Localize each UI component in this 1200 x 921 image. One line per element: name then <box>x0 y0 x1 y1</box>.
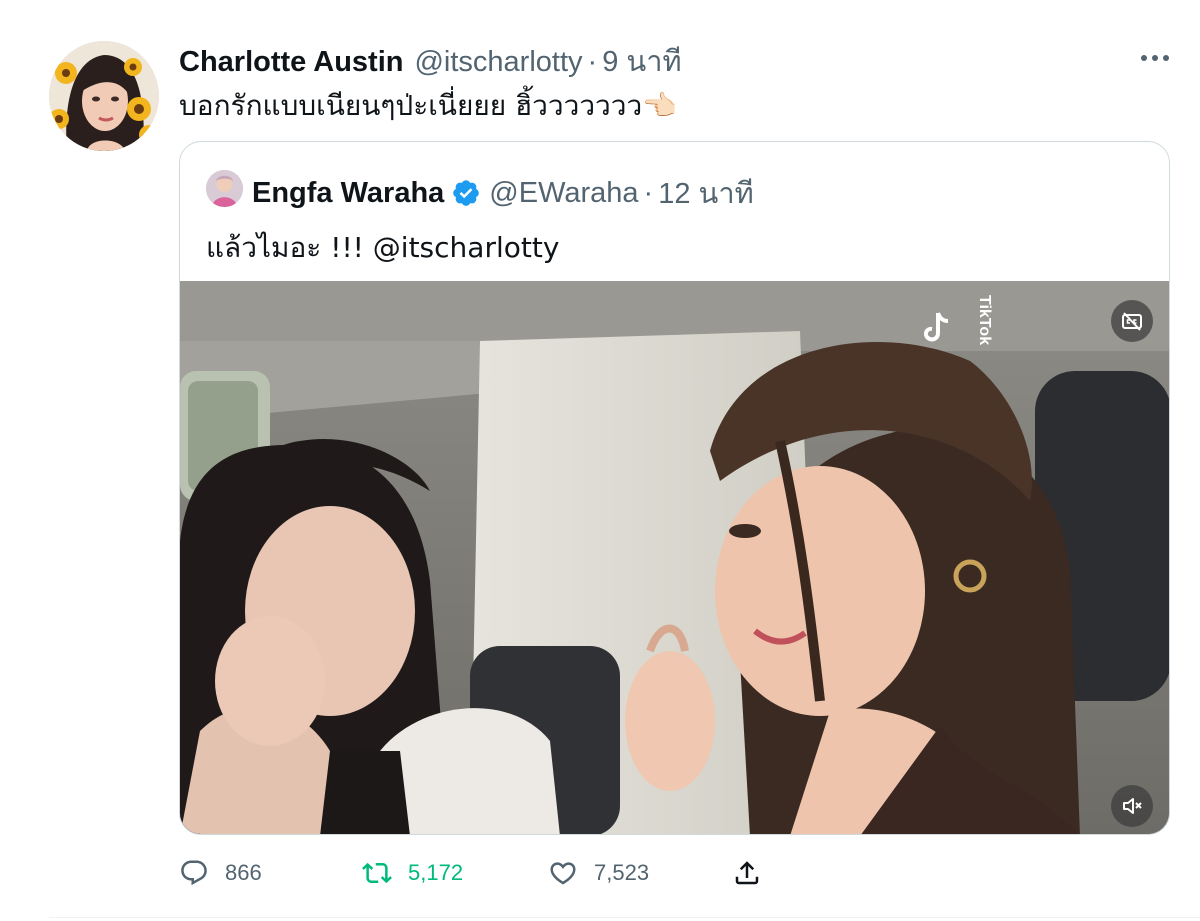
volume-muted-icon[interactable] <box>1111 785 1153 827</box>
retweet-icon <box>362 862 392 884</box>
quoted-mention-link[interactable]: @itscharlotty <box>373 231 560 264</box>
retweet-button[interactable]: 5,172 <box>362 853 463 893</box>
video-frame: TikTok <box>180 281 1169 834</box>
quoted-text-body: แล้วไมอะ !!! <box>206 231 373 264</box>
author-avatar-image <box>49 41 159 151</box>
verified-badge-icon <box>453 180 480 206</box>
author-name[interactable]: Charlotte Austin <box>179 46 403 79</box>
tweet-action-bar: 866 5,172 7,523 <box>179 853 799 893</box>
tweet-text: บอกรักแบบเนียนๆป่ะเนี่ยยย ฮิ้ววววววว👈🏻 <box>179 89 678 122</box>
reply-count: 866 <box>225 860 262 885</box>
quoted-author-avatar-image <box>206 170 243 207</box>
share-button[interactable] <box>732 853 762 893</box>
quoted-tweet-text: แล้วไมอะ !!! @itscharlotty <box>206 226 559 270</box>
reply-bubble-icon <box>181 860 207 886</box>
quoted-author-avatar[interactable] <box>206 170 243 207</box>
quoted-header-separator: · <box>643 176 654 209</box>
tweet-divider <box>49 917 1200 918</box>
closed-captions-off-icon[interactable] <box>1111 300 1153 342</box>
heart-icon <box>550 862 576 885</box>
like-button[interactable]: 7,523 <box>548 853 649 893</box>
tweet-header: Charlotte Austin @itscharlotty · 9 นาที <box>179 38 682 78</box>
like-count: 7,523 <box>594 860 650 885</box>
author-avatar[interactable] <box>49 41 159 151</box>
retweet-count: 5,172 <box>408 860 464 885</box>
quoted-author-handle[interactable]: @EWaraha <box>489 177 638 210</box>
tweet-timestamp[interactable]: 9 นาที <box>602 38 681 84</box>
tiktok-watermark-text: TikTok <box>976 295 993 345</box>
quoted-tweet[interactable]: Engfa Waraha @EWaraha · 12 นาที แล้วไมอะ… <box>179 141 1170 835</box>
quoted-video-player[interactable]: TikTok <box>180 281 1169 834</box>
more-dots-icon[interactable] <box>1135 40 1175 76</box>
tweet-card[interactable]: Charlotte Austin @itscharlotty · 9 นาที … <box>0 0 1200 921</box>
share-upload-icon <box>735 861 759 885</box>
reply-button[interactable]: 866 <box>179 853 262 893</box>
quoted-tweet-timestamp[interactable]: 12 นาที <box>658 170 754 216</box>
quoted-tweet-header: Engfa Waraha @EWaraha · 12 นาที <box>252 170 754 216</box>
header-separator: · <box>587 46 598 78</box>
quoted-author-name[interactable]: Engfa Waraha <box>252 177 444 210</box>
author-handle[interactable]: @itscharlotty <box>414 46 582 79</box>
